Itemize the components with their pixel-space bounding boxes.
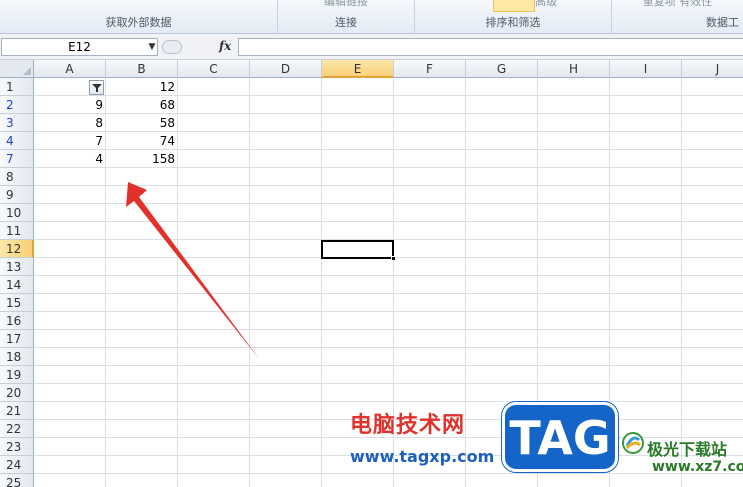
edit-links-button[interactable]: 编辑链接 [278,0,414,9]
watermark-site-name: 电脑技术网 [350,413,466,438]
ribbon-group-data-tools: 重复项 有效性 数据工 [612,0,743,34]
ribbon-group-sort-filter: 高级 排序和筛选 [415,0,612,34]
watermark-site-cn: 极光下载站 [647,440,728,459]
ribbon-group-label: 数据工 [706,16,739,29]
ribbon-group-connections: 编辑链接 连接 [278,0,415,34]
ribbon-group-label: 连接 [335,16,357,29]
filter-button[interactable] [493,0,535,12]
chevron-down-icon[interactable]: ▼ [146,38,158,56]
formula-input[interactable] [238,38,743,56]
aurora-logo-icon [622,432,644,454]
advanced-filter-button[interactable]: 高级 [535,0,611,9]
formula-bar: E12 ▼ fx [0,34,743,60]
watermark-site-url: www.xz7.com [652,459,743,475]
ribbon-group-label: 获取外部数据 [105,16,172,29]
name-box[interactable]: E12 [1,38,158,56]
formula-bar-splitter[interactable] [162,40,182,54]
ribbon: 获取外部数据 编辑链接 连接 高级 排序和筛选 重复项 有效性 数据工 [0,0,743,34]
watermark-tag-logo: TAG [502,402,618,472]
ribbon-group-label: 排序和筛选 [485,16,541,29]
insert-function-icon[interactable]: fx [219,39,231,53]
watermark-tag-text: TAG [509,411,611,465]
ribbon-group-get-external-data: 获取外部数据 [0,0,278,34]
watermark-url: www.tagxp.com [350,447,495,466]
data-tools-buttons[interactable]: 重复项 有效性 [612,0,743,9]
